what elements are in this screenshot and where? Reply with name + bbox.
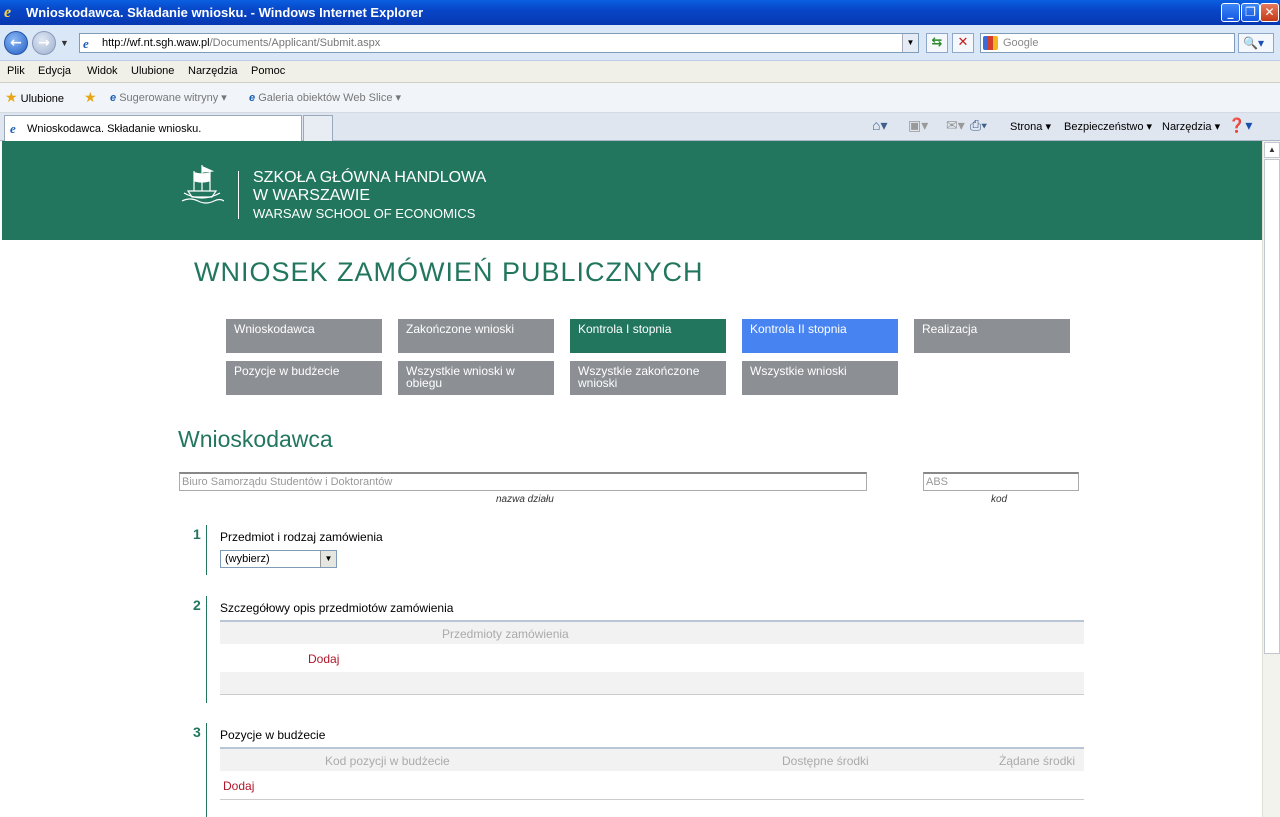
- available-funds-column-header: Dostępne środki: [782, 754, 869, 768]
- requested-funds-column-header: Żądane środki: [999, 754, 1076, 768]
- step-1-label: Przedmiot i rodzaj zamówienia: [220, 530, 383, 544]
- feeds-icon[interactable]: ▣▾: [908, 117, 928, 134]
- nav-kontrola-i-stopnia[interactable]: Kontrola I stopnia: [570, 319, 726, 353]
- ship-emblem-icon: [181, 165, 224, 204]
- section-title: Wnioskodawca: [178, 426, 333, 452]
- menu-narzedzia[interactable]: Narzędzia: [188, 65, 238, 77]
- order-type-select-value: (wybierz): [225, 553, 270, 565]
- mail-icon[interactable]: ✉▾: [946, 117, 965, 134]
- add-favorite-icon[interactable]: ★: [84, 89, 97, 106]
- vertical-scrollbar[interactable]: ▲: [1262, 141, 1280, 817]
- google-icon: [983, 36, 998, 50]
- table-row: Dodaj: [220, 644, 1084, 672]
- close-window-button[interactable]: ✕: [1260, 3, 1279, 22]
- nav-wszystkie-zakonczone-wnioski[interactable]: Wszystkie zakończone wnioski: [570, 361, 726, 395]
- step-2-label: Szczegółowy opis przedmiotów zamówienia: [220, 601, 454, 615]
- department-name-caption: nazwa działu: [496, 494, 554, 505]
- page-title: WNIOSEK ZAMÓWIEŃ PUBLICZNYCH: [194, 257, 704, 287]
- back-button[interactable]: ←: [4, 31, 28, 55]
- tab-page-icon: e: [10, 121, 16, 136]
- stop-icon[interactable]: ✕: [952, 33, 974, 53]
- step-1-number: 1: [193, 526, 201, 542]
- select-arrow-icon[interactable]: ▼: [320, 551, 336, 567]
- suggested-sites[interactable]: e Sugerowane witryny ▾: [110, 91, 227, 104]
- step-3-number: 3: [193, 724, 201, 740]
- url-dropdown-icon[interactable]: ▼: [902, 34, 918, 52]
- tab-title: Wnioskodawca. Składanie wniosku.: [27, 123, 202, 135]
- nav-kontrola-ii-stopnia[interactable]: Kontrola II stopnia: [742, 319, 898, 353]
- window-titlebar: e Wnioskodawca. Składanie wniosku. - Win…: [0, 0, 1280, 25]
- history-dropdown-icon[interactable]: ▼: [60, 38, 69, 48]
- address-bar: ← → ▼ e http://wf.nt.sgh.waw.pl/Document…: [0, 25, 1280, 61]
- header-banner: SZKOŁA GŁÓWNA HANDLOWA W WARSZAWIE WARSA…: [2, 141, 1262, 240]
- scrollbar-thumb[interactable]: [1264, 159, 1280, 654]
- favorites-button[interactable]: ★ Ulubione: [5, 89, 64, 106]
- order-items-column-header: Przedmioty zamówienia: [442, 627, 569, 641]
- step-3-line: [206, 723, 207, 817]
- budget-code-column-header: Kod pozycji w budżecie: [325, 754, 450, 768]
- banner-line-3: WARSAW SCHOOL OF ECONOMICS: [253, 206, 476, 221]
- window-title: Wnioskodawca. Składanie wniosku. - Windo…: [26, 5, 424, 20]
- add-budget-item-link[interactable]: Dodaj: [223, 779, 254, 793]
- nav-pozycje-w-budzecie[interactable]: Pozycje w budżecie: [226, 361, 382, 395]
- nav-wnioskodawca[interactable]: Wnioskodawca: [226, 319, 382, 353]
- step-3-label: Pozycje w budżecie: [220, 728, 326, 742]
- search-placeholder: Google: [1003, 37, 1039, 49]
- banner-line-1: SZKOŁA GŁÓWNA HANDLOWA: [253, 169, 487, 186]
- table-row: Dodaj: [220, 771, 1084, 800]
- add-order-item-link[interactable]: Dodaj: [308, 652, 339, 666]
- refresh-icon[interactable]: ⇆: [926, 33, 948, 53]
- star-icon: ★: [5, 89, 18, 105]
- url-input[interactable]: e http://wf.nt.sgh.waw.pl/Documents/Appl…: [79, 33, 919, 53]
- step-2-number: 2: [193, 597, 201, 613]
- favorites-bar: ★ Ulubione ★ e Sugerowane witryny ▾ e Ga…: [0, 83, 1280, 113]
- new-tab-button[interactable]: [303, 115, 333, 141]
- search-input[interactable]: Google: [980, 33, 1235, 53]
- tools-menu[interactable]: Narzędzia ▾: [1162, 120, 1220, 133]
- menu-ulubione[interactable]: Ulubione: [131, 65, 174, 77]
- menu-bar: Plik Edycja Widok Ulubione Narzędzia Pom…: [0, 61, 1280, 83]
- ie-logo-icon: e: [4, 4, 12, 21]
- tab-active[interactable]: e Wnioskodawca. Składanie wniosku.: [4, 115, 302, 141]
- web-slice-gallery[interactable]: e Galeria obiektów Web Slice ▾: [249, 91, 401, 104]
- menu-pomoc[interactable]: Pomoc: [251, 65, 285, 77]
- minimize-button[interactable]: _: [1221, 3, 1240, 22]
- home-icon[interactable]: ⌂▾: [872, 117, 887, 134]
- scroll-up-icon[interactable]: ▲: [1264, 142, 1280, 158]
- tab-row: e Wnioskodawca. Składanie wniosku. ⌂▾ ▣▾…: [0, 113, 1280, 141]
- department-code-field[interactable]: ABS: [923, 472, 1079, 491]
- step-2-line: [206, 596, 207, 703]
- restore-button[interactable]: ❐: [1241, 3, 1260, 22]
- nav-wszystkie-wnioski[interactable]: Wszystkie wnioski: [742, 361, 898, 395]
- table-row: [220, 672, 1084, 695]
- page-menu[interactable]: Strona ▾: [1010, 120, 1051, 133]
- banner-separator: [238, 171, 239, 219]
- order-type-select[interactable]: (wybierz) ▼: [220, 550, 337, 568]
- url-text: http://wf.nt.sgh.waw.pl/Documents/Applic…: [102, 37, 381, 49]
- menu-plik[interactable]: Plik: [7, 65, 25, 77]
- order-items-table: Przedmioty zamówienia Dodaj: [220, 620, 1084, 696]
- print-icon[interactable]: ⎙▾: [970, 117, 987, 134]
- security-menu[interactable]: Bezpieczeństwo ▾: [1064, 120, 1152, 133]
- page-viewport: SZKOŁA GŁÓWNA HANDLOWA W WARSZAWIE WARSA…: [0, 141, 1280, 817]
- department-name-field[interactable]: Biuro Samorządu Studentów i Doktorantów: [179, 472, 867, 491]
- menu-widok[interactable]: Widok: [87, 65, 118, 77]
- menu-edycja[interactable]: Edycja: [38, 65, 71, 77]
- department-code-caption: kod: [991, 494, 1008, 505]
- nav-realizacja[interactable]: Realizacja: [914, 319, 1070, 353]
- page-icon: e: [83, 36, 89, 51]
- search-button[interactable]: 🔍▾: [1238, 33, 1274, 53]
- nav-zakonczone-wnioski[interactable]: Zakończone wnioski: [398, 319, 554, 353]
- banner-line-2: W WARSZAWIE: [253, 187, 371, 204]
- budget-items-table-header: Kod pozycji w budżecie Dostępne środki Ż…: [220, 747, 1084, 771]
- order-items-table-header: Przedmioty zamówienia: [220, 620, 1084, 644]
- nav-wszystkie-wnioski-w-obiegu[interactable]: Wszystkie wnioski w obiegu: [398, 361, 554, 395]
- budget-items-table: Kod pozycji w budżecie Dostępne środki Ż…: [220, 747, 1084, 801]
- step-1-line: [206, 525, 207, 575]
- help-icon[interactable]: ❓▾: [1228, 117, 1252, 134]
- forward-button[interactable]: →: [32, 31, 56, 55]
